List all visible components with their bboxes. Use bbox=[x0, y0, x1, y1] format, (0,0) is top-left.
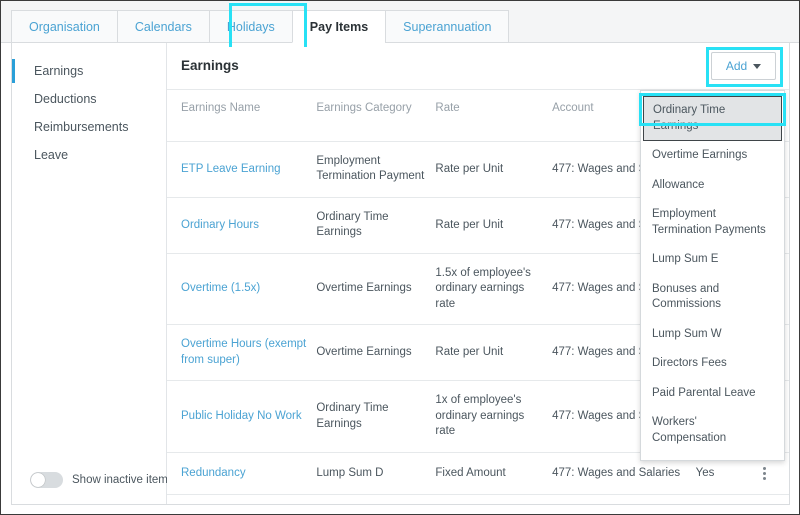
tab-pay-items[interactable]: Pay Items bbox=[291, 10, 386, 43]
main-panel: Earnings Add Earnings Name Earnings Cate… bbox=[167, 43, 789, 504]
tab-calendars[interactable]: Calendars bbox=[116, 10, 209, 43]
show-inactive-items-toggle[interactable] bbox=[30, 472, 63, 488]
column-header-earnings-category[interactable]: Earnings Category bbox=[316, 90, 436, 142]
cell-category: Overtime Earnings bbox=[316, 324, 436, 382]
sidebar: Earnings Deductions Reimbursements Leave… bbox=[12, 43, 174, 504]
cell-category: Allowance bbox=[316, 494, 436, 504]
kebab-menu-icon[interactable] bbox=[763, 466, 767, 480]
menu-item-bonuses-and-commissions[interactable]: Bonuses and Commissions bbox=[641, 275, 784, 320]
menu-item-paid-parental-leave[interactable]: Paid Parental Leave bbox=[641, 379, 784, 409]
menu-item-allowance[interactable]: Allowance bbox=[641, 171, 784, 201]
cell-rate: Rate per Unit bbox=[435, 141, 553, 198]
tab-superannuation[interactable]: Superannuation bbox=[385, 10, 510, 43]
menu-item-employment-termination-payments[interactable]: Employment Termination Payments bbox=[641, 200, 784, 245]
add-dropdown-menu: Ordinary Time Earnings Overtime Earnings… bbox=[639, 90, 786, 462]
menu-item-ordinary-time-earnings[interactable]: Ordinary Time Earnings bbox=[643, 96, 782, 142]
content-panel: Earnings Deductions Reimbursements Leave… bbox=[11, 43, 790, 505]
show-inactive-items-row: Show inactive items bbox=[30, 472, 174, 488]
cell-rate: 1.5x of employee's ordinary earnings rat… bbox=[435, 253, 553, 326]
add-button[interactable]: Add bbox=[711, 52, 776, 80]
main-header: Earnings Add bbox=[167, 43, 789, 90]
cell-rate: $78.00 per Unit bbox=[435, 494, 553, 504]
menu-item-lump-sum-e[interactable]: Lump Sum E bbox=[641, 245, 784, 275]
table-row[interactable]: Travel Allowance Allowance $78.00 per Un… bbox=[167, 494, 789, 504]
cell-category: Overtime Earnings bbox=[316, 253, 436, 326]
cell-rate: Fixed Amount bbox=[435, 452, 553, 495]
earnings-name-link[interactable]: ETP Leave Earning bbox=[181, 163, 281, 175]
earnings-name-link[interactable]: Ordinary Hours bbox=[181, 219, 259, 231]
cell-rate: Rate per Unit bbox=[435, 324, 553, 382]
menu-item-lump-sum-w[interactable]: Lump Sum W bbox=[641, 320, 784, 350]
cell-category: Lump Sum D bbox=[316, 452, 436, 495]
menu-item-workers-compensation[interactable]: Workers' Compensation bbox=[641, 408, 784, 453]
add-button-label: Add bbox=[725, 59, 748, 73]
cell-rate: Rate per Unit bbox=[435, 197, 553, 254]
cell-category: Ordinary Time Earnings bbox=[316, 380, 436, 453]
cell-account: 477: Wages and Salaries bbox=[552, 494, 696, 504]
earnings-name-link[interactable]: Overtime Hours (exempt from super) bbox=[181, 338, 306, 366]
cell-rate: 1x of employee's ordinary earnings rate bbox=[435, 380, 553, 453]
sidebar-item-reimbursements[interactable]: Reimbursements bbox=[12, 113, 166, 141]
toggle-knob bbox=[31, 473, 45, 487]
menu-item-directors-fees[interactable]: Directors Fees bbox=[641, 349, 784, 379]
tab-holidays[interactable]: Holidays bbox=[208, 10, 292, 43]
chevron-down-icon bbox=[753, 63, 762, 69]
app-window: Organisation Calendars Holidays Pay Item… bbox=[0, 0, 800, 515]
column-header-rate[interactable]: Rate bbox=[435, 90, 553, 142]
cell-category: Ordinary Time Earnings bbox=[316, 197, 436, 254]
sidebar-item-leave[interactable]: Leave bbox=[12, 141, 166, 169]
cell-category: Employment Termination Payment bbox=[316, 141, 436, 198]
column-header-earnings-name[interactable]: Earnings Name bbox=[167, 90, 317, 142]
sidebar-item-deductions[interactable]: Deductions bbox=[12, 85, 166, 113]
show-inactive-items-label: Show inactive items bbox=[72, 474, 174, 486]
tab-list: Organisation Calendars Holidays Pay Item… bbox=[11, 10, 510, 43]
page-title: Earnings bbox=[181, 58, 239, 73]
earnings-name-link[interactable]: Redundancy bbox=[181, 467, 246, 479]
tab-bar: Organisation Calendars Holidays Pay Item… bbox=[1, 1, 799, 43]
earnings-name-link[interactable]: Overtime (1.5x) bbox=[181, 282, 260, 294]
cell-reportable: Yes bbox=[695, 494, 747, 504]
sidebar-item-earnings[interactable]: Earnings bbox=[12, 57, 166, 85]
tab-organisation[interactable]: Organisation bbox=[11, 10, 117, 43]
add-button-wrap: Add bbox=[706, 47, 783, 87]
menu-item-overtime-earnings[interactable]: Overtime Earnings bbox=[641, 141, 784, 171]
earnings-name-link[interactable]: Public Holiday No Work bbox=[181, 410, 302, 422]
